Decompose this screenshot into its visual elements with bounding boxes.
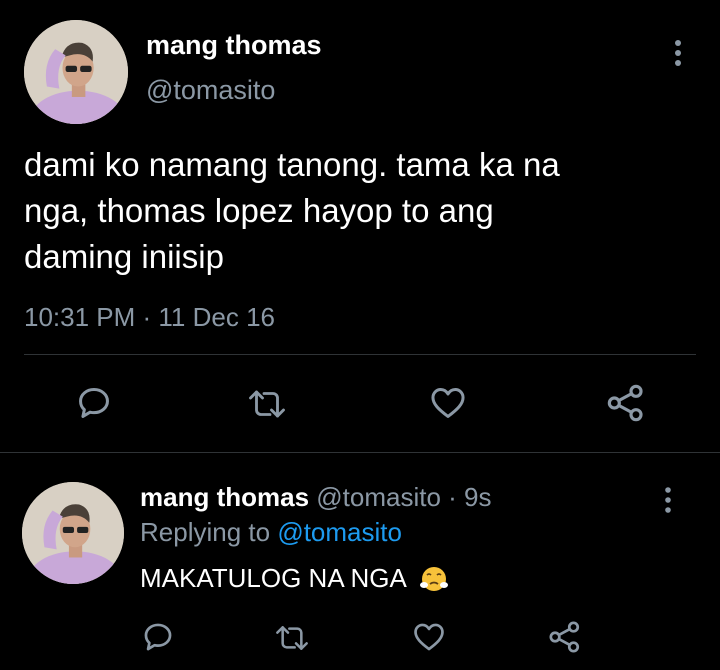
more-options-icon[interactable] <box>668 38 688 68</box>
reply-text: MAKATULOG NA NGA <box>140 563 449 600</box>
divider <box>0 452 720 453</box>
reply-like-icon[interactable] <box>412 620 446 654</box>
reply-age[interactable]: 9s <box>464 482 491 512</box>
retweet-icon[interactable] <box>247 386 287 422</box>
face-with-steam-from-nose-icon <box>419 563 449 600</box>
reply-more-options-icon[interactable] <box>659 486 677 514</box>
author-handle[interactable]: @tomasito <box>146 75 275 106</box>
author-name[interactable]: mang thomas <box>146 30 322 61</box>
reply-author-handle[interactable]: @tomasito <box>316 482 441 512</box>
reply-header: mang thomas @tomasito · 9s <box>140 482 492 513</box>
tweet-timestamp[interactable]: 10:31 PM · 11 Dec 16 <box>24 302 275 333</box>
reply-author-avatar[interactable] <box>22 482 124 584</box>
reply-text-content: MAKATULOG NA NGA <box>140 563 406 593</box>
reply-retweet-icon[interactable] <box>274 622 310 654</box>
tweet-text: dami ko namang tanong. tama ka na nga, t… <box>24 142 674 280</box>
replying-to-prefix: Replying to <box>140 517 278 547</box>
divider <box>24 354 696 355</box>
share-icon[interactable] <box>606 383 646 423</box>
replying-to-handle-link[interactable]: @tomasito <box>277 517 402 547</box>
reply-share-icon[interactable] <box>548 619 582 655</box>
reply-author-name[interactable]: mang thomas <box>140 482 309 512</box>
like-icon[interactable] <box>428 384 468 422</box>
tweet-text-line: nga, thomas lopez hayop to ang <box>24 192 494 229</box>
reply-icon[interactable] <box>75 384 113 422</box>
reply-reply-icon[interactable] <box>141 620 175 654</box>
separator-dot: · <box>440 482 465 512</box>
tweet-text-line: dami ko namang tanong. tama ka na <box>24 146 560 183</box>
replying-to: Replying to @tomasito <box>140 517 402 548</box>
author-avatar[interactable] <box>24 20 128 124</box>
tweet-text-line: daming iniisip <box>24 238 224 275</box>
